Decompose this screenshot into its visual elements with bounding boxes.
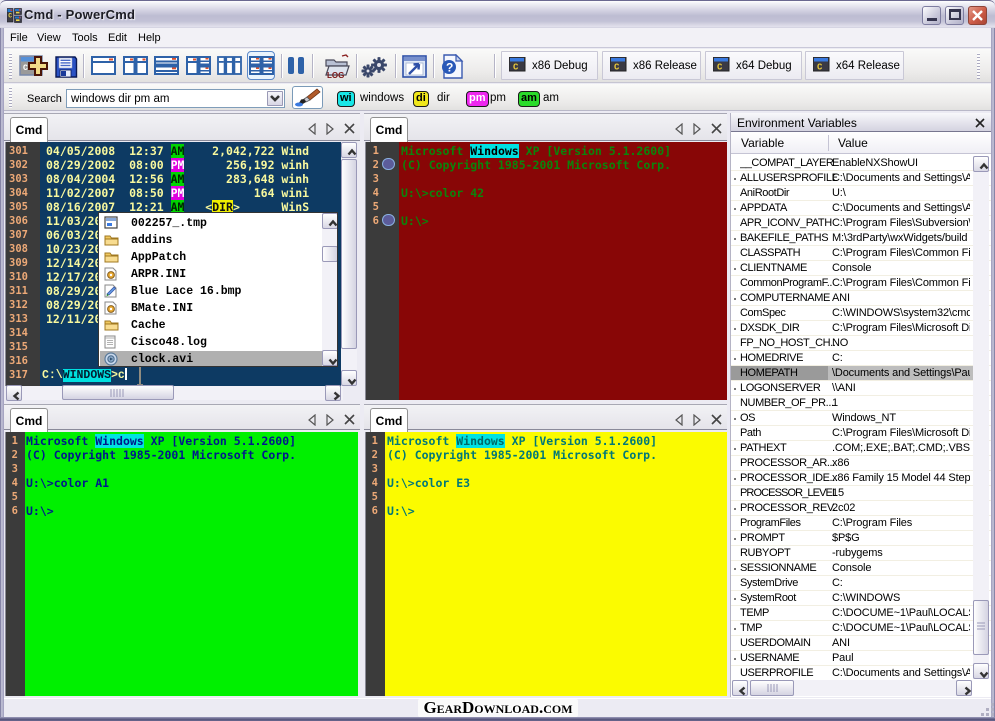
svg-text:C: C — [8, 13, 12, 20]
svg-text:C: C — [817, 63, 823, 73]
svg-text:C: C — [717, 63, 723, 73]
svg-text:C: C — [513, 63, 519, 73]
svg-text:?: ? — [446, 61, 453, 75]
svg-text:LOG: LOG — [327, 71, 344, 79]
svg-text:C: C — [614, 63, 620, 73]
